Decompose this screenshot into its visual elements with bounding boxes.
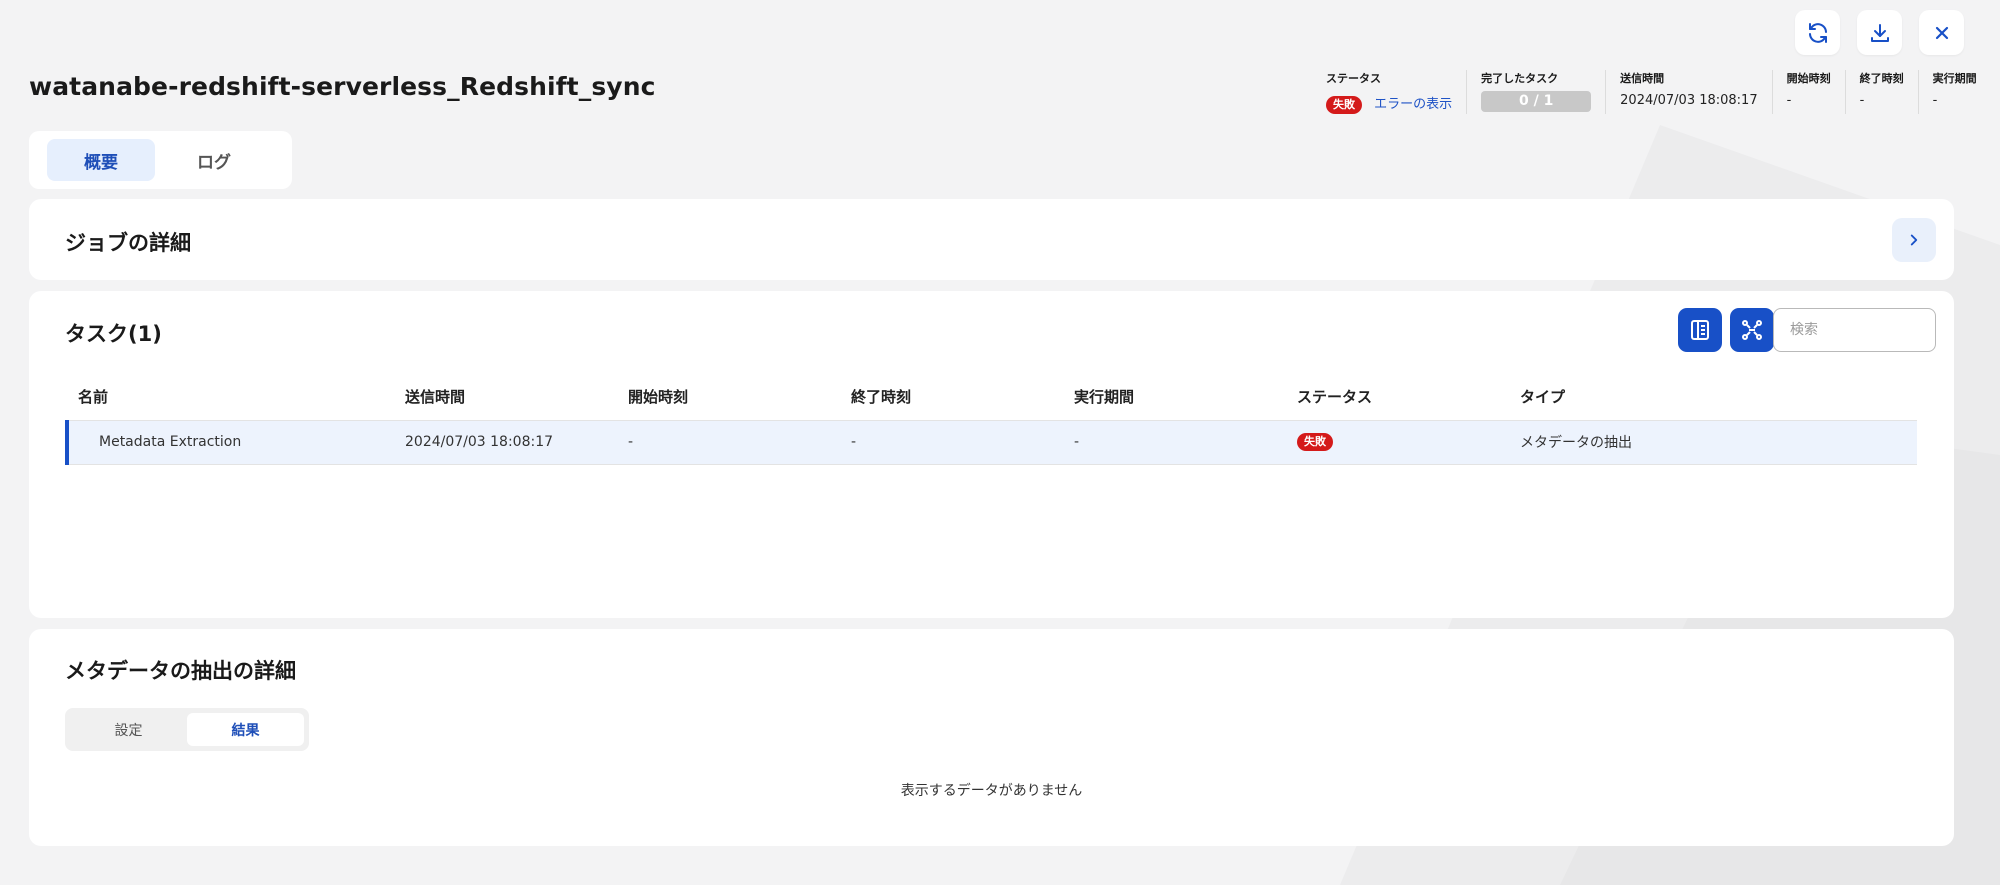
close-icon: [1935, 26, 1948, 39]
main-tabs: 概要 ログ: [29, 131, 292, 189]
column-header[interactable]: ステータス: [1286, 374, 1509, 421]
table-view-button[interactable]: [1678, 308, 1722, 352]
refresh-icon: [1808, 22, 1827, 43]
meta-end-value: -: [1859, 93, 1865, 108]
expand-job-details-button[interactable]: [1892, 218, 1936, 262]
tab-log[interactable]: ログ: [160, 139, 268, 181]
tasks-card: タスク(1) 名前 送信時間 開始時刻 終了時刻 実行期間 ステータス: [29, 291, 1954, 618]
download-button[interactable]: [1857, 10, 1902, 55]
table-row[interactable]: Metadata Extraction 2024/07/03 18:08:17 …: [65, 420, 1917, 465]
column-header[interactable]: 実行期間: [1063, 374, 1286, 421]
column-header[interactable]: 名前: [67, 374, 394, 421]
meta-sent: 送信時間 2024/07/03 18:08:17: [1605, 70, 1771, 114]
meta-completed: 完了したタスク 0 / 1: [1466, 70, 1605, 114]
task-search-input[interactable]: [1773, 308, 1936, 352]
column-header[interactable]: 終了時刻: [840, 374, 1063, 421]
status-badge: 失敗: [1326, 96, 1362, 114]
completed-progress-bar: 0 / 1: [1481, 91, 1592, 112]
page-title: watanabe-redshift-serverless_Redshift_sy…: [29, 72, 656, 101]
meta-start: 開始時刻 -: [1771, 70, 1845, 114]
table-header-row: 名前 送信時間 開始時刻 終了時刻 実行期間 ステータス タイプ: [67, 374, 1917, 421]
column-header[interactable]: 開始時刻: [617, 374, 840, 421]
table-layout-icon: [1691, 320, 1709, 340]
meta-duration-label: 実行期間: [1932, 72, 1977, 85]
job-details-card: ジョブの詳細: [29, 199, 1954, 280]
job-meta: ステータス 失敗 エラーの表示 完了したタスク 0 / 1 送信時間 2024/…: [1326, 70, 1991, 114]
top-actions: [1795, 10, 1964, 55]
subtab-results[interactable]: 結果: [187, 713, 304, 746]
meta-sent-value: 2024/07/03 18:08:17: [1620, 93, 1758, 108]
tool-table: [1678, 308, 1722, 352]
tasks-title: タスク(1): [65, 322, 162, 346]
download-icon: [1870, 23, 1889, 42]
task-duration: -: [1063, 420, 1286, 465]
task-end: -: [840, 420, 1063, 465]
meta-start-value: -: [1786, 93, 1792, 108]
meta-status: ステータス 失敗 エラーの表示: [1326, 70, 1466, 114]
meta-end-label: 終了時刻: [1859, 72, 1904, 85]
chevron-right-icon: [1910, 234, 1918, 246]
task-status-badge: 失敗: [1297, 433, 1333, 451]
task-start: -: [617, 420, 840, 465]
close-button[interactable]: [1919, 10, 1964, 55]
meta-duration: 実行期間 -: [1917, 70, 1991, 114]
tasks-table: 名前 送信時間 開始時刻 終了時刻 実行期間 ステータス タイプ Metadat…: [65, 374, 1917, 465]
refresh-button[interactable]: [1795, 10, 1840, 55]
meta-completed-label: 完了したタスク: [1481, 72, 1559, 85]
meta-duration-value: -: [1932, 93, 1938, 108]
meta-start-label: 開始時刻: [1786, 72, 1831, 85]
task-sent: 2024/07/03 18:08:17: [394, 420, 617, 465]
tab-overview[interactable]: 概要: [47, 139, 155, 181]
graph-view-button[interactable]: [1730, 308, 1774, 352]
extraction-details-card: メタデータの抽出の詳細 設定 結果 表示するデータがありません: [29, 629, 1954, 846]
view-error-link[interactable]: エラーの表示: [1374, 97, 1452, 112]
tool-graph: [1730, 308, 1774, 352]
meta-end: 終了時刻 -: [1844, 70, 1918, 114]
job-details-title: ジョブの詳細: [65, 231, 191, 255]
extraction-details-title: メタデータの抽出の詳細: [65, 659, 296, 683]
subtab-settings[interactable]: 設定: [70, 713, 187, 746]
detail-subtabs: 設定 結果: [65, 708, 309, 751]
task-type: メタデータの抽出: [1509, 420, 1917, 465]
column-header[interactable]: 送信時間: [394, 374, 617, 421]
empty-state-message: 表示するデータがありません: [900, 783, 1083, 799]
meta-sent-label: 送信時間: [1620, 72, 1665, 85]
meta-status-label: ステータス: [1326, 72, 1381, 85]
column-header[interactable]: タイプ: [1509, 374, 1917, 421]
task-status-cell: 失敗: [1286, 420, 1509, 465]
task-name: Metadata Extraction: [65, 420, 394, 465]
graph-nodes-icon: [1742, 320, 1762, 340]
